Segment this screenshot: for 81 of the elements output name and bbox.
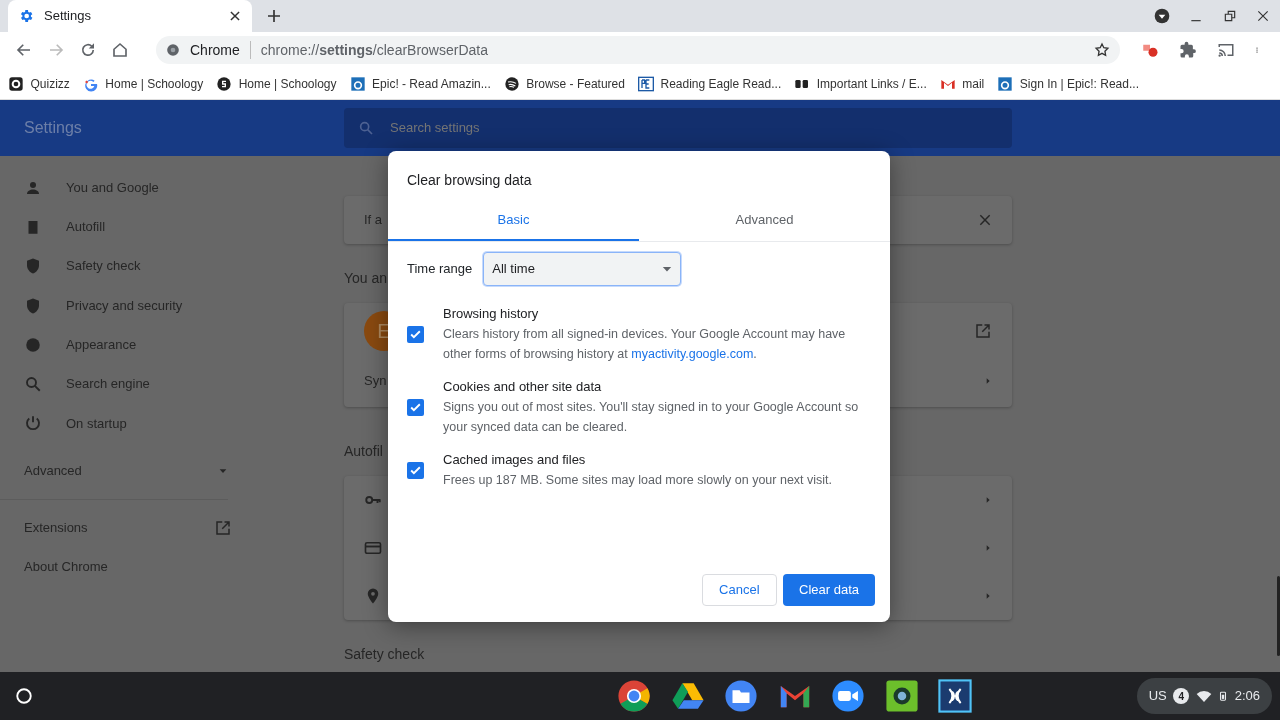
power-icon <box>24 414 42 433</box>
site-label: Chrome <box>190 40 240 60</box>
banner-text: If a <box>364 211 383 230</box>
option-description: Clears history from all signed-in devices. Your Google Account may have other forms of browsing history at myactivity.google.com. <box>443 326 847 363</box>
signal-app-icon[interactable] <box>938 679 973 713</box>
field-label: Time range <box>407 260 473 279</box>
checkbox[interactable] <box>407 398 424 416</box>
shield-icon <box>24 257 42 276</box>
bookmark-icon <box>997 75 1014 92</box>
arrow-right-icon[interactable] <box>984 544 992 552</box>
video-camera-icon[interactable] <box>831 679 866 713</box>
arrow-right-icon[interactable] <box>984 496 992 504</box>
bookmark-link[interactable]: Browse - Featured <box>503 74 625 93</box>
bookmark-icon <box>349 75 366 92</box>
new-tab-icon[interactable] <box>266 8 282 24</box>
bookmark-link[interactable]: Important Links / E... <box>794 74 927 93</box>
option-description: Frees up 187 MB. Some sites may load more slowly on your next visit. <box>443 472 833 489</box>
dialog-tab[interactable]: Advanced <box>639 201 890 241</box>
caret-icon <box>662 264 673 274</box>
dialog-tab[interactable]: Basic <box>388 201 639 241</box>
clear-data-button[interactable]: Clear data <box>783 574 875 606</box>
checkbox[interactable] <box>407 325 424 343</box>
close-icon[interactable] <box>1256 9 1270 23</box>
arrow-right-icon[interactable] <box>984 377 992 385</box>
section-heading: Safety check <box>344 645 425 664</box>
search-icon <box>358 120 374 136</box>
search-input[interactable]: Search settings <box>388 117 888 139</box>
external-link-icon <box>214 518 232 537</box>
status-tray[interactable]: US 4 2:06 <box>1136 678 1272 714</box>
search-field[interactable]: Search settings <box>344 108 1012 148</box>
sync-label: Syn <box>364 372 387 391</box>
bookmark-icon <box>637 75 654 92</box>
arrow-right-icon[interactable] <box>984 592 992 600</box>
launcher-icon[interactable] <box>15 687 33 705</box>
bookmark-link[interactable]: Sign In | Epic!: Read... <box>997 74 1139 93</box>
bookmark-icon <box>8 75 24 92</box>
section-heading: Autofil <box>344 442 383 461</box>
puzzle-icon[interactable] <box>1179 41 1197 59</box>
clock-time: 2:06 <box>1234 687 1260 706</box>
checkbox[interactable] <box>407 461 424 479</box>
home-icon[interactable] <box>111 41 129 59</box>
cancel-button[interactable]: Cancel <box>702 574 777 606</box>
bookmark-icon <box>216 75 233 92</box>
star-icon[interactable] <box>1093 42 1110 58</box>
notification-count: 4 <box>1173 688 1190 704</box>
back-icon[interactable] <box>15 41 33 59</box>
dialog-title: Clear browsing data <box>406 171 533 190</box>
browser-tab[interactable]: Settings <box>8 0 252 32</box>
section-heading: You an <box>344 269 388 288</box>
wifi-icon <box>1195 688 1212 704</box>
bookmark-link[interactable]: Home | Schoology <box>216 74 337 93</box>
bookmark-link[interactable]: Epic! - Read Amazin... <box>349 74 491 93</box>
credit-card-icon <box>364 539 382 557</box>
time-range-dropdown[interactable]: All time <box>483 252 682 286</box>
shield-icon <box>24 296 42 315</box>
bookmark-link[interactable]: Home | Schoology <box>82 74 204 93</box>
address-bar[interactable]: Chrome chrome://settings/clearBrowserData <box>156 36 1120 64</box>
page-title: Settings <box>23 118 83 138</box>
camera-app-icon[interactable] <box>884 679 919 713</box>
close-icon[interactable] <box>228 9 242 23</box>
keyboard-layout: US <box>1148 687 1167 706</box>
bookmark-link[interactable]: Quizizz <box>8 74 70 93</box>
option-title: Cached images and files <box>443 451 587 469</box>
restore-icon[interactable] <box>1222 9 1237 23</box>
url-text: chrome://settings/clearBrowserData <box>260 40 488 60</box>
option-description: Signs you out of most sites. You'll stay signed in to your Google Account so your synced data can be cleared. <box>443 399 860 436</box>
dropdown-icon[interactable] <box>1153 8 1170 24</box>
bookmark-link[interactable]: Reading Eagle Read... <box>637 74 782 93</box>
option-title: Cookies and other site data <box>443 378 603 396</box>
reload-icon[interactable] <box>79 41 97 59</box>
option-title: Browsing history <box>443 305 540 323</box>
bookmark-icon <box>503 75 520 92</box>
tab-title: Settings <box>44 7 92 26</box>
chrome-icon[interactable] <box>617 679 652 713</box>
globe-icon <box>166 43 180 57</box>
bookmark-link[interactable]: mail <box>939 74 985 93</box>
search-icon <box>24 375 42 394</box>
cast-icon[interactable] <box>1216 41 1235 59</box>
files-icon[interactable] <box>724 679 759 713</box>
external-link-icon[interactable] <box>974 322 992 340</box>
gear-icon <box>18 8 34 24</box>
